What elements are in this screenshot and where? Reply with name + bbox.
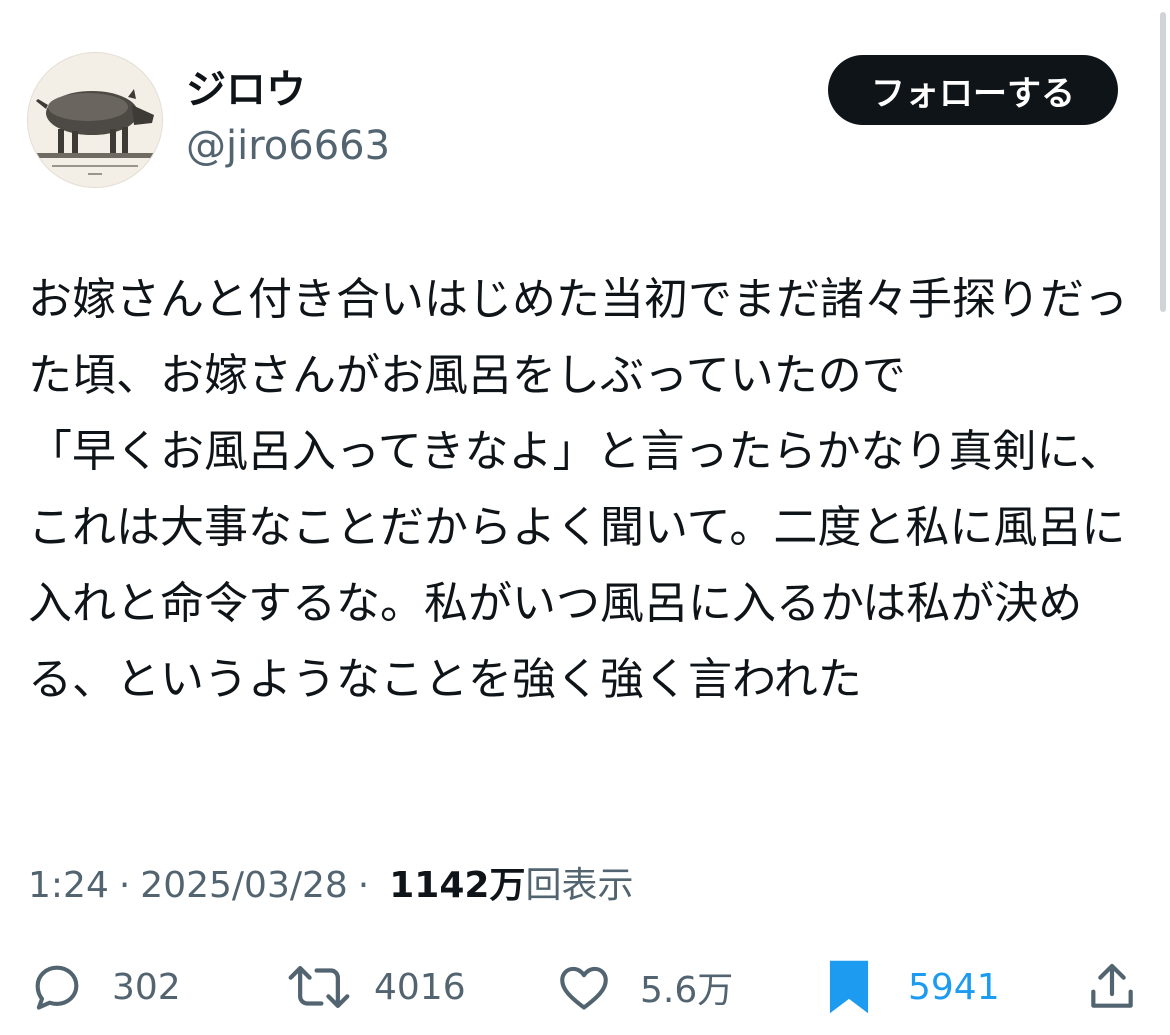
follow-button[interactable]: フォローする <box>828 55 1118 125</box>
meta-separator: · <box>357 865 370 906</box>
share-button[interactable] <box>1084 952 1140 1022</box>
meta-separator: · <box>118 865 131 906</box>
avatar[interactable] <box>27 52 163 188</box>
scrollbar[interactable] <box>1160 12 1166 312</box>
display-name[interactable]: ジロウ <box>186 62 306 118</box>
reply-icon <box>28 958 86 1016</box>
bookmark-icon <box>824 956 874 1018</box>
tweet-time[interactable]: 1:24 <box>28 858 109 914</box>
retweet-count: 4016 <box>374 966 466 1008</box>
boar-engraving-avatar <box>28 53 162 187</box>
views-label: 回表示 <box>525 865 634 906</box>
reply-count: 302 <box>112 966 181 1008</box>
retweet-icon <box>286 958 352 1016</box>
bookmark-button[interactable]: 5941 <box>824 952 1000 1022</box>
action-bar: 302 4016 5.6万 5941 <box>0 952 1170 1022</box>
views-count[interactable]: 1142万 <box>389 858 525 914</box>
reply-button[interactable]: 302 <box>28 952 181 1022</box>
tweet-text: お嫁さんと付き合いはじめた当初でまだ諸々手探りだった頃、お嫁さんがお風呂をしぶっ… <box>28 274 1128 705</box>
user-handle[interactable]: @jiro6663 <box>186 118 390 174</box>
bookmark-count: 5941 <box>908 966 1000 1008</box>
retweet-button[interactable]: 4016 <box>286 952 466 1022</box>
tweet-date[interactable]: 2025/03/28 <box>140 858 348 914</box>
like-button[interactable]: 5.6万 <box>554 952 733 1022</box>
heart-icon <box>554 958 614 1016</box>
tweet-meta: 1:24 · 2025/03/28 · 1142万 回表示 <box>28 858 633 914</box>
like-count: 5.6万 <box>640 970 734 1011</box>
share-icon <box>1084 958 1140 1016</box>
